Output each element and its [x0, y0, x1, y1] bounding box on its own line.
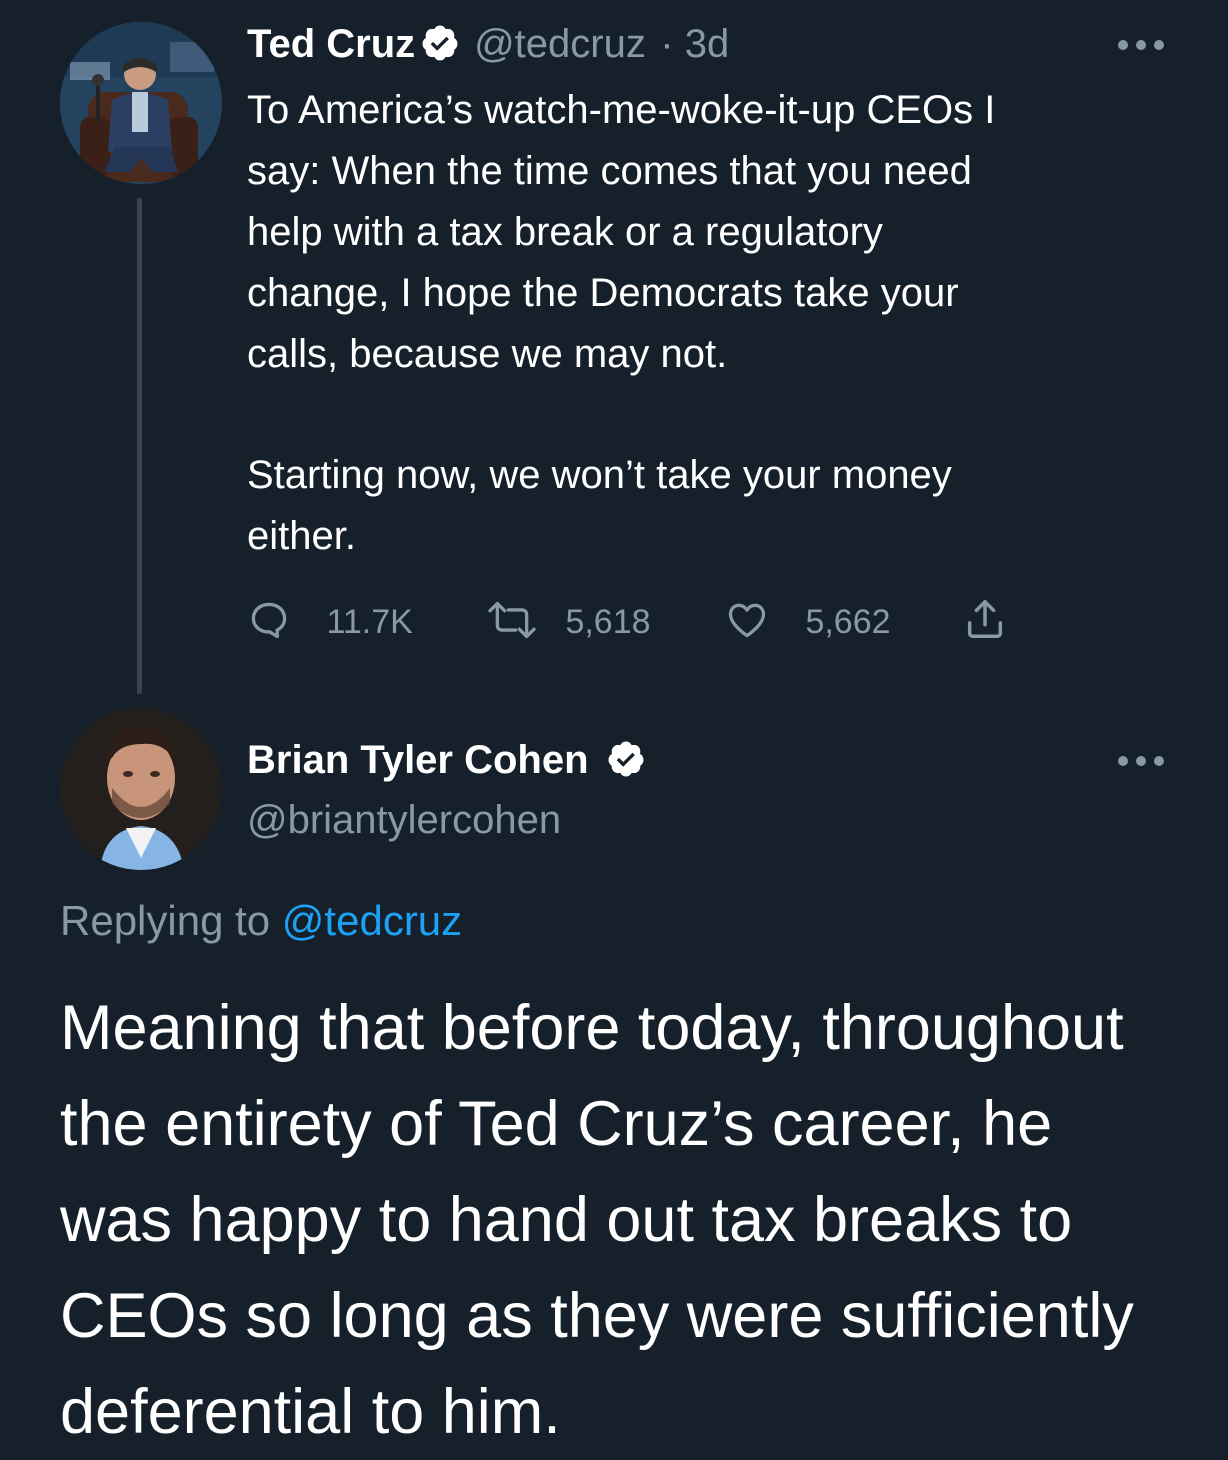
replying-to-line: Replying to @tedcruz: [60, 896, 462, 946]
heart-icon: [728, 603, 766, 638]
author-handle[interactable]: @briantylercohen: [247, 796, 561, 844]
tweet-timestamp[interactable]: · 3d: [660, 22, 729, 66]
tweet1-text-paragraph-1: To America’s watch-me-woke-it-up CEOs I …: [247, 88, 996, 376]
share-icon: [967, 600, 1003, 638]
verified-badge-icon: [608, 741, 644, 777]
thread-connector-line: [137, 198, 142, 694]
author-handle[interactable]: @tedcruz: [474, 22, 646, 66]
like-count: 5,662: [805, 603, 891, 641]
retweet-count: 5,618: [565, 603, 651, 641]
tweet1-header: Ted Cruz @tedcruz · 3d: [247, 20, 729, 68]
retweet-icon: [488, 601, 536, 639]
brian-tyler-cohen-avatar[interactable]: [60, 708, 222, 870]
reply-icon: [251, 602, 287, 639]
replying-to-mention-link[interactable]: @tedcruz: [282, 897, 462, 944]
share-action[interactable]: [962, 596, 1008, 642]
reply-count: 11.7K: [326, 603, 413, 641]
tweet2-text: Meaning that before today, throughout th…: [60, 993, 1134, 1447]
avatar-photo: [60, 708, 222, 870]
reply-action[interactable]: 11.7K: [247, 598, 413, 642]
more-icon[interactable]: [1116, 754, 1166, 773]
author-name[interactable]: Ted Cruz: [247, 22, 415, 66]
like-action[interactable]: 5,662: [724, 598, 891, 642]
tweet2-author-row: Brian Tyler Cohen: [247, 736, 646, 784]
verified-badge-icon: [422, 25, 458, 61]
more-icon[interactable]: [1116, 38, 1166, 57]
avatar-photo: [60, 22, 222, 184]
retweet-action[interactable]: 5,618: [482, 598, 651, 642]
tweet1-text-paragraph-2: Starting now, we won’t take your money e…: [247, 453, 952, 558]
author-name[interactable]: Brian Tyler Cohen: [247, 738, 589, 782]
replying-to-label: Replying to: [60, 897, 271, 944]
ted-cruz-avatar[interactable]: [60, 22, 222, 184]
